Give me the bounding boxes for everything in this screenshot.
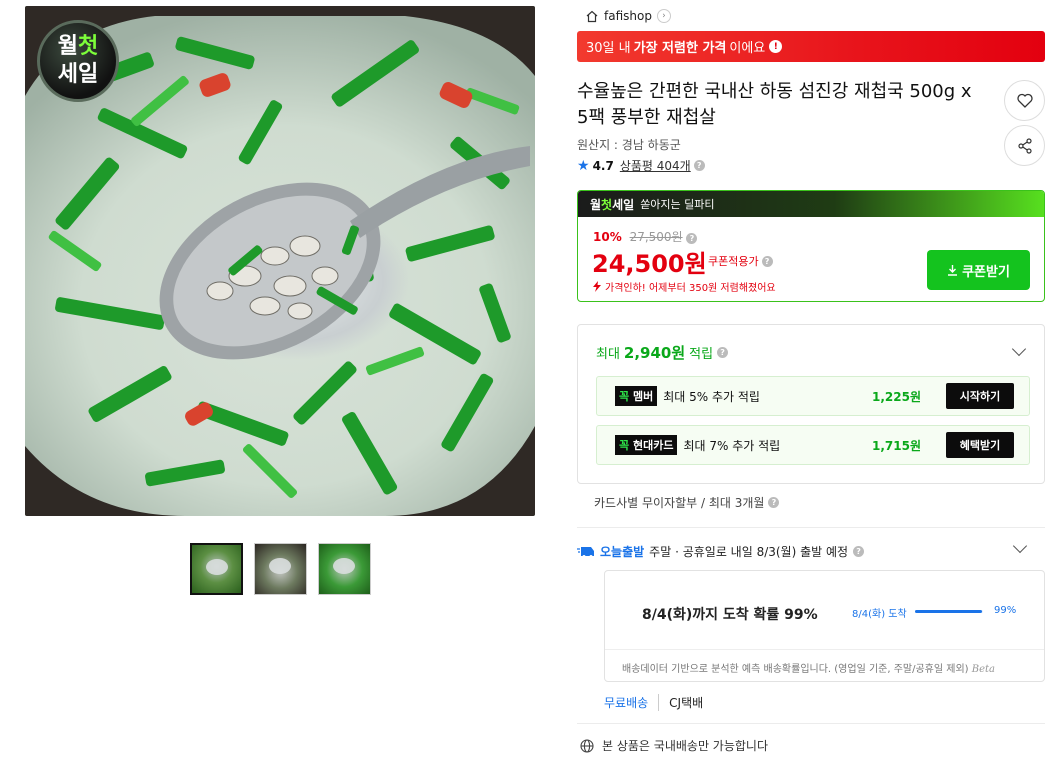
start-member-button[interactable]: 시작하기 — [946, 383, 1014, 409]
thumbnail-3[interactable] — [318, 543, 371, 595]
original-price: 27,500원 — [629, 230, 683, 244]
wolcheot-sale-badge: 월첫 세일 — [37, 20, 119, 102]
help-icon[interactable]: ? — [693, 160, 705, 171]
free-shipping-label: 무료배송 — [604, 696, 649, 710]
thumbnail-1[interactable] — [190, 543, 243, 595]
thumbnail-2[interactable] — [254, 543, 307, 595]
share-icon — [1017, 137, 1032, 154]
chevron-right-icon: › — [656, 9, 671, 23]
help-icon[interactable]: ? — [853, 546, 865, 557]
thumbnail-strip — [190, 543, 371, 595]
discount-percent: 10% — [593, 230, 622, 244]
arrival-date-label: 8/4(화) 도착 — [852, 609, 907, 620]
lightning-icon — [593, 281, 601, 292]
product-main-image: 월첫 세일 — [25, 6, 535, 516]
shop-name: fafishop — [604, 9, 652, 23]
reward-row-member: 꼭 멤버 최대 5% 추가 적립 1,225원 시작하기 — [596, 376, 1030, 416]
price-drop-note: 가격인하! 어제부터 350원 저렴해졌어요 — [592, 279, 776, 294]
coupon-price-note: 쿠폰적용가 ? — [708, 253, 773, 269]
reward-row-amount: 1,225원 — [872, 389, 921, 404]
reward-row-card: 꼭 현대카드 최대 7% 추가 적립 1,715원 혜택받기 — [596, 425, 1030, 465]
reward-box: 최대 2,940원 적립 ? 꼭 멤버 최대 5% 추가 적립 1,225원 시… — [577, 324, 1045, 484]
shipping-line: 오늘출발 주말 · 공휴일로 내일 8/3(월) 출발 예정 ? — [577, 543, 865, 560]
reward-row-label: 최대 7% 추가 적립 — [683, 438, 781, 453]
card-tag: 꼭 현대카드 — [615, 435, 678, 455]
product-title: 수율높은 간편한 국내산 하동 섬진강 재첩국 500g x 5팩 풍부한 재첩… — [577, 81, 972, 128]
review-count-link[interactable]: 상품평 404개 — [620, 157, 691, 174]
download-icon — [948, 265, 958, 276]
divider — [577, 527, 1045, 528]
arrival-probability: 8/4(화)까지 도착 확률 99% — [642, 607, 818, 623]
reward-summary[interactable]: 최대 2,940원 적립 ? — [596, 342, 729, 363]
discount-line: 10% 27,500원 ? — [593, 228, 698, 245]
deal-box: 월첫세일 쏟아지는 딜파티 10% 27,500원 ? 24,500원 쿠폰적용… — [577, 190, 1045, 302]
deal-headline: 쏟아지는 딜파티 — [640, 198, 715, 211]
get-benefit-button[interactable]: 혜택받기 — [946, 432, 1014, 458]
arrival-prediction-box: 8/4(화)까지 도착 확률 99% 8/4(화) 도착 99% 배송데이터 기… — [604, 570, 1045, 682]
today-ship-label: 오늘출발 — [600, 545, 645, 559]
ship-schedule: 주말 · 공휴일로 내일 8/3(월) 출발 예정 — [649, 545, 849, 559]
divider — [577, 723, 1045, 724]
help-icon[interactable]: ? — [768, 497, 780, 508]
prediction-footnote: 배송데이터 기반으로 분석한 예측 배송확률입니다. (영업일 기준, 주말/공… — [622, 664, 995, 675]
reward-amount: 2,940원 — [623, 344, 686, 362]
rating: ★ 4.7 상품평 404개 ? — [577, 157, 705, 174]
shop-link[interactable]: fafishop › — [585, 9, 671, 23]
share-button[interactable] — [1004, 125, 1045, 166]
globe-icon — [580, 738, 594, 753]
member-tag: 꼭 멤버 — [615, 386, 658, 406]
help-icon[interactable]: ? — [717, 347, 729, 358]
info-icon[interactable]: ! — [769, 40, 783, 53]
domestic-only-note: 본 상품은 국내배송만 가능합니다 — [580, 737, 768, 754]
help-icon[interactable]: ? — [686, 233, 698, 244]
lowest-price-banner: 30일 내 가장 저렴한 가격 이에요 ! — [577, 31, 1045, 62]
heart-icon — [1016, 93, 1033, 108]
deal-brand: 월첫세일 — [590, 197, 635, 212]
carrier-label: CJ택배 — [658, 694, 703, 711]
reward-row-label: 최대 5% 추가 적립 — [663, 389, 760, 404]
help-icon[interactable]: ? — [761, 255, 773, 267]
coupon-button[interactable]: 쿠폰받기 — [927, 250, 1030, 290]
sale-price: 24,500원 — [592, 250, 707, 278]
reward-row-amount: 1,715원 — [872, 438, 921, 453]
origin-text: 원산지 : 경남 하동군 — [577, 138, 681, 152]
fast-delivery-icon — [577, 547, 594, 558]
star-icon: ★ — [577, 157, 590, 174]
deal-header: 월첫세일 쏟아지는 딜파티 — [578, 191, 1044, 217]
wishlist-button[interactable] — [1004, 80, 1045, 121]
shipping-method: 무료배송 CJ택배 — [604, 694, 703, 711]
chevron-down-icon[interactable] — [1012, 538, 1028, 554]
arrival-probability-bar — [915, 610, 983, 613]
rating-score: 4.7 — [592, 158, 614, 173]
beta-label: Beta — [971, 664, 995, 675]
arrival-percent: 99% — [994, 605, 1017, 616]
store-icon — [586, 10, 598, 22]
chevron-down-icon[interactable] — [1011, 341, 1027, 357]
installment-info: 카드사별 무이자할부 / 최대 3개월 ? — [594, 494, 780, 511]
